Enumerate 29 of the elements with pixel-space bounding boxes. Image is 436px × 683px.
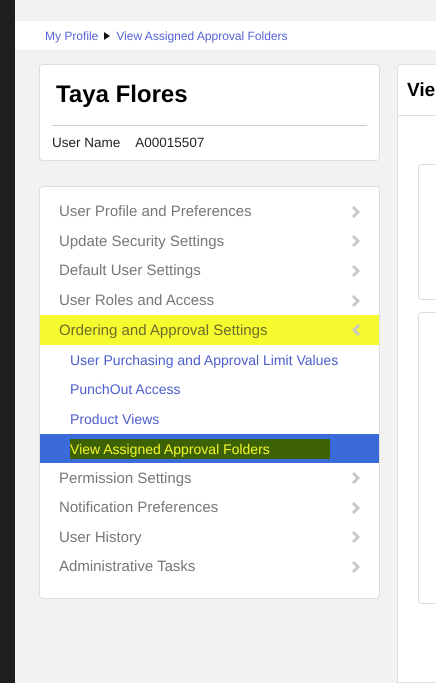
field-value: A00015507 <box>135 135 204 150</box>
nav-item[interactable]: User Profile and Preferences <box>40 197 379 227</box>
breadcrumb-link[interactable]: View Assigned Approval Folders <box>116 28 288 42</box>
chevron-right-icon <box>351 560 361 574</box>
breadcrumb-link[interactable]: My Profile <box>45 28 98 42</box>
nav-item[interactable]: Notification Preferences <box>40 492 379 523</box>
field-label: User Name <box>52 135 120 150</box>
nav-subitem[interactable]: View Assigned Approval Folders <box>40 434 379 464</box>
nav-item[interactable]: Administrative Tasks <box>40 552 379 582</box>
nav-subitem[interactable]: User Purchasing and Approval Limit Values <box>40 344 379 375</box>
chevron-right-icon <box>351 264 361 278</box>
nav-item[interactable]: Permission Settings <box>40 463 379 493</box>
user-name-heading: Taya Flores <box>52 81 367 126</box>
chevron-right-icon <box>351 294 361 308</box>
chevron-right-icon <box>351 530 361 544</box>
nav-subitem[interactable]: Product Views <box>40 404 379 434</box>
nav-item[interactable]: Ordering and Approval Settings <box>40 315 379 345</box>
nav-subitem[interactable]: PunchOut Access <box>40 374 379 404</box>
chevron-right-icon <box>351 500 361 515</box>
chevron-right-icon <box>351 204 361 219</box>
chevron-left-icon <box>351 323 361 338</box>
nav-item[interactable]: Default User Settings <box>40 256 379 286</box>
panel-title: Vie <box>398 65 436 116</box>
nav-item[interactable]: User Roles and Access <box>40 286 379 316</box>
nav-item[interactable]: User History <box>40 522 379 552</box>
chevron-right-icon <box>351 234 361 248</box>
nav-item[interactable]: Update Security Settings <box>40 226 379 256</box>
triangle-right-icon <box>104 32 110 40</box>
chevron-right-icon <box>351 471 361 486</box>
